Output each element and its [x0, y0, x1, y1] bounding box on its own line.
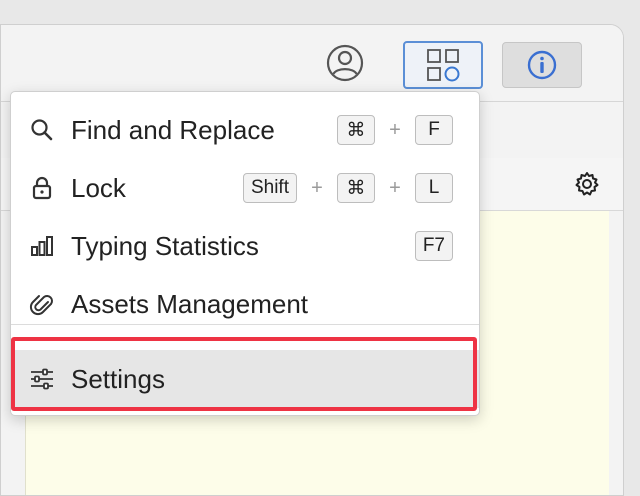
lock-icon — [32, 176, 52, 200]
bar-chart-icon — [31, 236, 53, 256]
menu-item-label: Find and Replace — [71, 114, 275, 145]
shortcut-key: Shift — [242, 173, 297, 203]
shortcut-key: ⌘ — [337, 115, 375, 145]
shortcut: Shift + ⌘ + L — [242, 173, 453, 203]
menu-divider — [11, 324, 479, 325]
menu-item-label: Settings — [71, 363, 165, 394]
menu-item-settings[interactable]: Settings — [11, 350, 479, 408]
search-icon — [31, 119, 53, 141]
panels-icon — [427, 49, 460, 82]
sliders-icon — [31, 368, 53, 390]
shortcut-plus: + — [311, 176, 323, 199]
panels-button[interactable] — [403, 41, 483, 89]
menu-item-label: Lock — [71, 172, 126, 203]
shortcut: ⌘ + F — [337, 115, 453, 145]
user-circle-icon — [326, 44, 364, 82]
menu-item-label: Typing Statistics — [71, 230, 259, 261]
shortcut: F7 — [414, 231, 453, 261]
paperclip-icon — [29, 295, 53, 316]
shortcut-plus: + — [389, 118, 401, 141]
menu-item-label: Assets Management — [71, 288, 309, 319]
account-button[interactable] — [323, 41, 367, 85]
tools-menu: Find and Replace ⌘ + F Lock Shift + ⌘ + … — [10, 91, 480, 416]
menu-item-typing-statistics[interactable]: Typing Statistics F7 — [11, 217, 479, 275]
menu-item-find-replace[interactable]: Find and Replace ⌘ + F — [11, 101, 479, 159]
menu-item-lock[interactable]: Lock Shift + ⌘ + L — [11, 159, 479, 217]
gear-icon[interactable] — [573, 170, 601, 198]
info-icon — [527, 50, 557, 80]
shortcut-key: ⌘ — [337, 173, 375, 203]
shortcut-key: F — [415, 115, 453, 145]
shortcut-plus: + — [389, 176, 401, 199]
shortcut-key: L — [415, 173, 453, 203]
shortcut-key: F7 — [414, 231, 453, 261]
info-button[interactable] — [502, 42, 582, 88]
